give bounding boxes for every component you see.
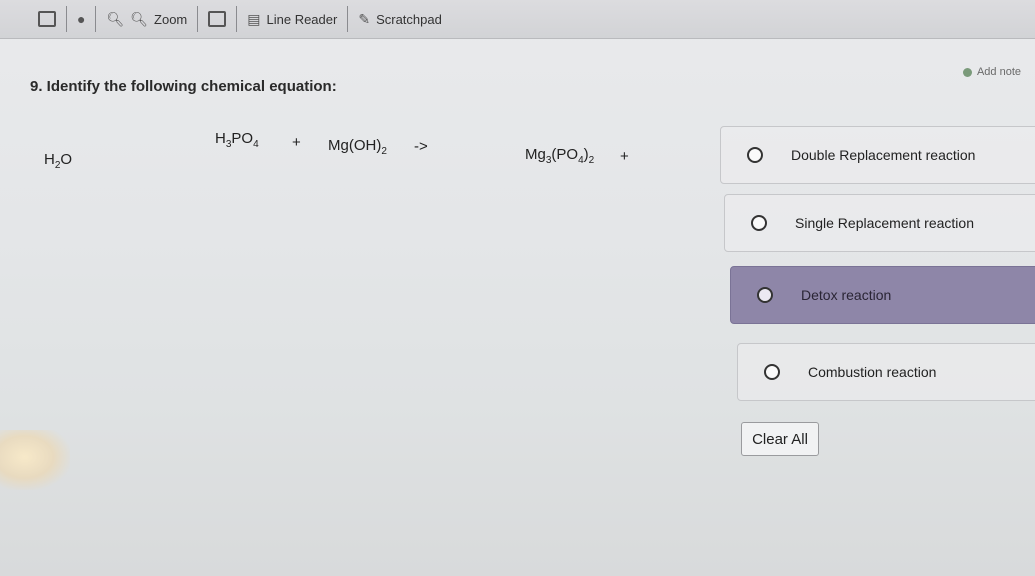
option-double-replacement[interactable]: Double Replacement reaction <box>720 126 1035 184</box>
product-mg3po42: Mg3(PO4)2 <box>525 146 595 166</box>
scratchpad-icon: ✎ <box>358 10 371 27</box>
light-glare <box>0 430 70 490</box>
option-single-replacement[interactable]: Single Replacement reaction <box>724 194 1035 252</box>
option-label: Single Replacement reaction <box>795 215 974 231</box>
reaction-arrow: -> <box>414 138 428 155</box>
option-combustion[interactable]: Combustion reaction <box>737 343 1035 401</box>
radio-button[interactable] <box>764 364 780 380</box>
option-label: Combustion reaction <box>808 364 937 380</box>
palette-icon: ● <box>77 11 86 27</box>
plus-sign: + <box>620 148 629 165</box>
line-reader-icon: ▤ <box>247 10 261 27</box>
question-text: 9. Identify the following chemical equat… <box>30 78 337 95</box>
add-note-icon <box>962 67 972 77</box>
line-reader-label: Line Reader <box>266 11 338 27</box>
reactant-h3po4: H3PO4 <box>215 130 259 150</box>
option-detox[interactable]: Detox reaction <box>730 266 1035 324</box>
line-reader-button[interactable]: ▤ Line Reader <box>237 0 347 38</box>
screen-icon <box>208 11 227 27</box>
zoom-in-icon: 🔍︎ <box>130 10 149 27</box>
scratchpad-label: Scratchpad <box>376 11 442 27</box>
radio-button[interactable] <box>751 215 767 231</box>
scratchpad-button[interactable]: ✎ Scratchpad <box>348 0 452 38</box>
plus-sign: + <box>292 134 301 151</box>
add-note-label: Add note <box>976 66 1021 78</box>
palette-button[interactable]: ● <box>67 0 95 38</box>
zoom-control[interactable]: 🔍︎ 🔍︎ Zoom <box>96 0 197 38</box>
toolbar: ● 🔍︎ 🔍︎ Zoom ▤ Line Reader ✎ Scratchpad <box>0 0 1035 39</box>
radio-button[interactable] <box>757 287 773 303</box>
zoom-out-icon: 🔍︎ <box>106 10 125 27</box>
option-label: Detox reaction <box>801 287 892 303</box>
radio-button[interactable] <box>747 147 763 163</box>
reactant-mgoh2: Mg(OH)2 <box>328 137 387 157</box>
calculator-icon <box>38 11 56 27</box>
zoom-label: Zoom <box>154 11 188 27</box>
product-h2o: H2O <box>44 151 73 171</box>
option-label: Double Replacement reaction <box>791 147 976 163</box>
add-note-button[interactable]: Add note <box>962 66 1021 78</box>
screen-button[interactable] <box>198 0 236 38</box>
calculator-button[interactable] <box>0 0 66 38</box>
clear-all-button[interactable]: Clear All <box>741 422 819 456</box>
